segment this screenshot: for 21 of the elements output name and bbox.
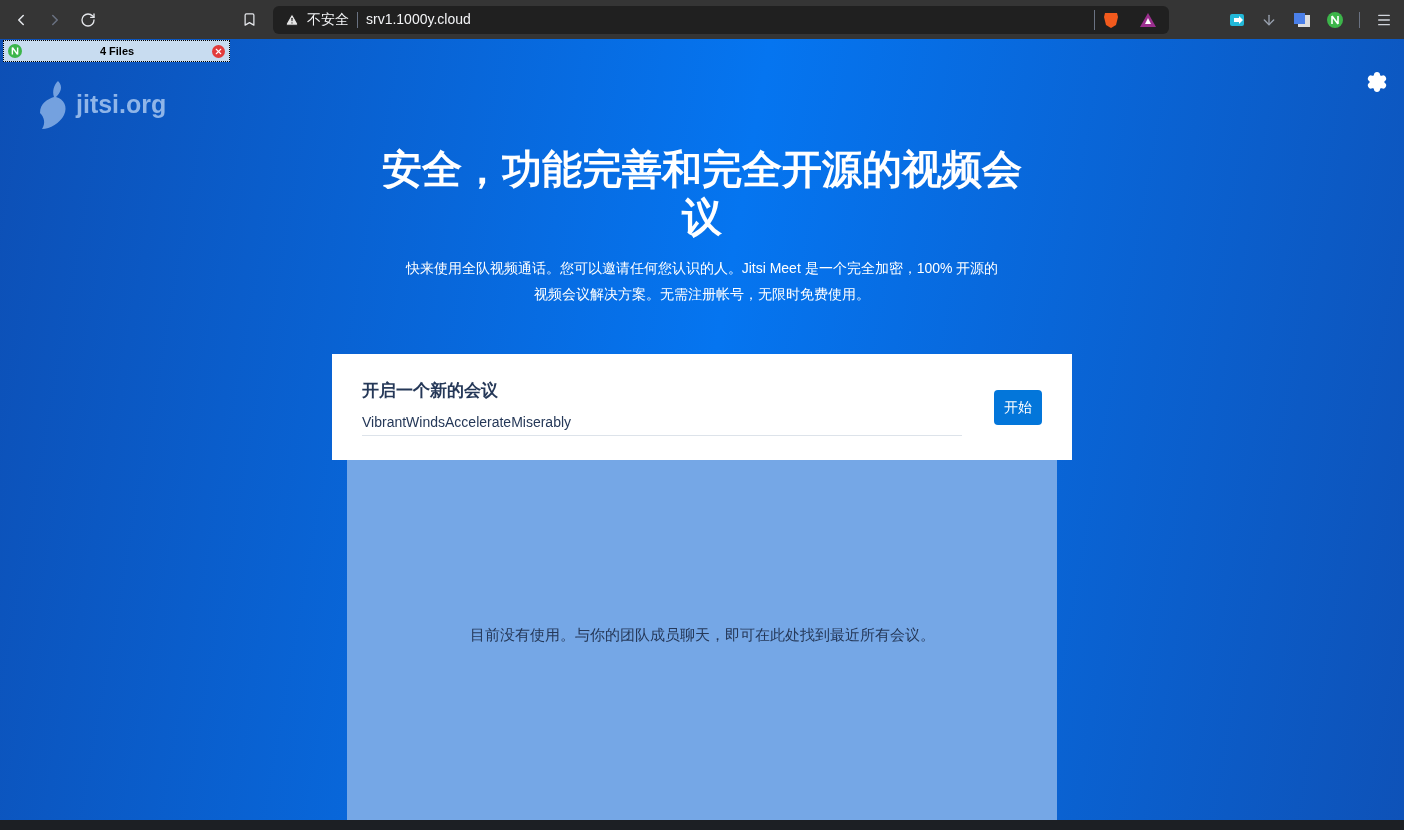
address-bar[interactable]: 不安全 srv1.1000y.cloud — [273, 5, 1169, 34]
bookmark-icon — [242, 12, 257, 27]
security-label: 不安全 — [307, 10, 349, 29]
hero-title: 安全，功能完善和完全开源的视频会议 — [381, 146, 1023, 241]
triangle-icon — [1139, 11, 1157, 28]
n-extension-icon[interactable] — [1327, 11, 1343, 28]
hero-description: 快来使用全队视频通话。您可以邀请任何您认识的人。Jitsi Meet 是一个完全加密，100% 开源的视频会议解决方案。无需注册帐号，无限时免费使用。 — [404, 259, 1000, 304]
empty-message: 目前没有使用。与你的团队成员聊天，即可在此处找到最近所有会议。 — [469, 624, 935, 645]
reload-icon — [80, 11, 96, 28]
url-text: srv1.1000y.cloud — [366, 10, 471, 29]
extension-icon[interactable] — [1229, 11, 1245, 28]
warning-icon — [285, 12, 299, 27]
popup-title: 4 Files — [98, 43, 136, 59]
bookmark-button[interactable] — [242, 12, 257, 27]
card-heading: 开启一个新的会议 — [362, 380, 499, 403]
close-icon — [214, 46, 223, 56]
close-button[interactable] — [212, 44, 225, 58]
reload-button[interactable] — [80, 11, 96, 28]
start-button[interactable]: 开始 — [994, 389, 1042, 425]
n-logo-icon — [8, 44, 22, 58]
room-name-field[interactable]: VibrantWindsAccelerateMiserably — [362, 411, 962, 436]
